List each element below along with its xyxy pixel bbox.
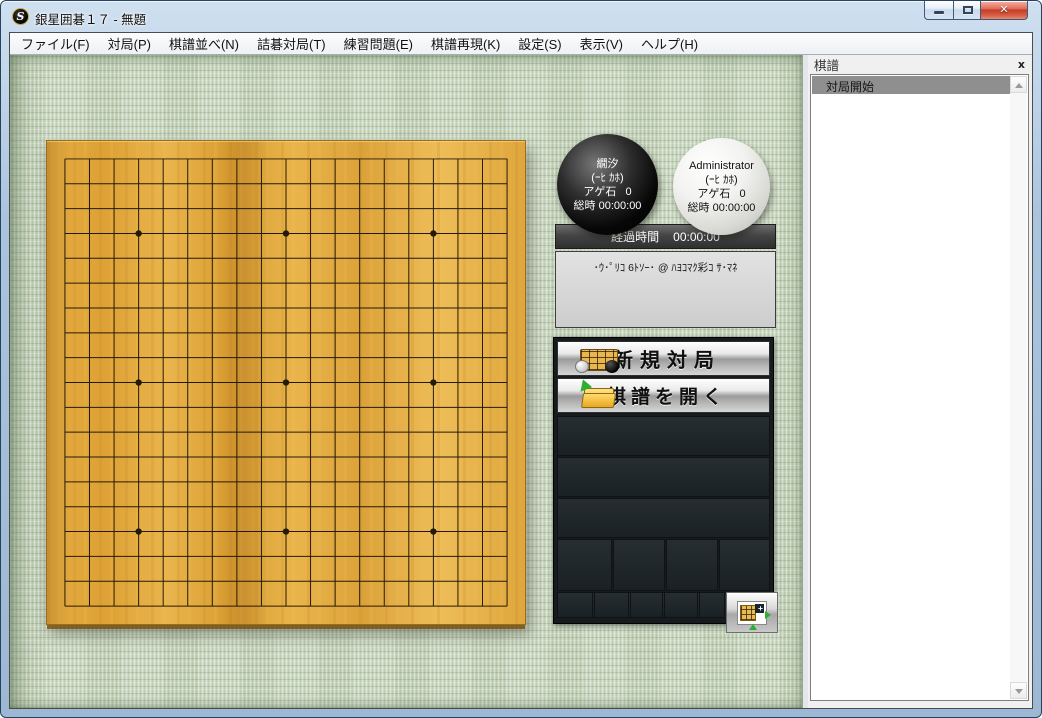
arrow-up-icon [1015, 83, 1023, 88]
kifu-panel-header: 棋譜 x [808, 55, 1032, 74]
open-kifu-button[interactable]: 棋譜を開く [557, 378, 770, 413]
menu-item-0[interactable]: ファイル(F) [12, 31, 99, 57]
client-area: ファイル(F)対局(P)棋譜並べ(N)詰碁対局(T)練習問題(E)棋譜再現(K)… [9, 32, 1033, 709]
app-icon: S [12, 8, 29, 25]
launcher-slot [557, 498, 770, 538]
hoshi-point [430, 230, 436, 236]
white-player-name: Administrator [689, 159, 754, 173]
kifu-list-item[interactable]: 対局開始 [812, 76, 1010, 94]
message-box: ･ｳ･ﾟﾘｺ 6ﾄｿｰ･ @ ﾊﾖｺﾏｸ彩ｺ ｻ･ﾏﾈ [555, 251, 776, 328]
kifu-close-icon[interactable]: x [1018, 59, 1025, 70]
maximize-button[interactable] [953, 1, 981, 20]
white-captures: アゲ石 0 [697, 187, 745, 201]
menu-item-4[interactable]: 練習問題(E) [335, 31, 422, 57]
black-total-time: 総時 00:00:00 [574, 199, 642, 213]
white-player-info: Administrator (ｰﾋ ｶﾎ) アゲ石 0 総時 00:00:00 [673, 138, 770, 235]
menu-item-8[interactable]: ヘルプ(H) [632, 31, 707, 57]
menu-bar: ファイル(F)対局(P)棋譜並べ(N)詰碁対局(T)練習問題(E)棋譜再現(K)… [10, 33, 1032, 55]
new-game-label: 新規対局 [606, 344, 721, 373]
close-icon: ✕ [981, 3, 1027, 17]
content-area: 繝汐 (ｰﾋ ｶﾎ) アゲ石 0 総時 00:00:00 Administrat… [10, 55, 1032, 708]
kifu-panel-title: 棋譜 [814, 55, 839, 74]
launcher-slot [557, 592, 593, 618]
launcher-slot [630, 592, 663, 618]
launcher-slot [594, 592, 629, 618]
kifu-panel: 棋譜 x 対局開始 [808, 55, 1032, 708]
black-captures: アゲ石 0 [583, 185, 631, 199]
hoshi-point [135, 379, 141, 385]
menu-item-3[interactable]: 詰碁対局(T) [248, 31, 335, 57]
title-bar[interactable]: S 銀星囲碁１７ - 無題 ✕ [1, 1, 1041, 32]
open-kifu-label: 棋譜を開く [600, 382, 727, 409]
menu-item-6[interactable]: 設定(S) [509, 31, 570, 57]
message-text: ･ｳ･ﾟﾘｺ 6ﾄｿｰ･ @ ﾊﾖｺﾏｸ彩ｺ ｻ･ﾏﾈ [594, 262, 738, 274]
arrow-down-icon [1015, 689, 1023, 694]
kifu-listbox: 対局開始 [810, 74, 1029, 701]
launcher-slot [666, 539, 718, 591]
hoshi-point [430, 528, 436, 534]
new-game-button[interactable]: 新規対局 [557, 341, 770, 376]
board-window-icon: + [737, 601, 767, 625]
launcher-slot [557, 457, 770, 497]
hoshi-point [135, 528, 141, 534]
launcher-slot [719, 539, 770, 591]
app-window: S 銀星囲碁１７ - 無題 ✕ ファイル(F)対局(P)棋譜並べ(N)詰碁対局(… [0, 0, 1042, 718]
hoshi-point [430, 379, 436, 385]
maximize-icon [963, 6, 973, 14]
launcher-slot [613, 539, 665, 591]
menu-item-5[interactable]: 棋譜再現(K) [422, 31, 509, 57]
go-board[interactable] [46, 140, 526, 625]
black-player-name: 繝汐 [597, 157, 619, 171]
black-player-info: 繝汐 (ｰﾋ ｶﾎ) アゲ石 0 総時 00:00:00 [557, 134, 658, 235]
launcher-panel: 新規対局 棋譜を開く [553, 337, 774, 624]
minimize-button[interactable] [924, 1, 953, 20]
window-title: 銀星囲碁１７ - 無題 [35, 9, 146, 28]
go-board-icon [580, 349, 618, 371]
white-total-time: 総時 00:00:00 [688, 201, 756, 215]
scroll-up-button[interactable] [1010, 76, 1027, 93]
launcher-slot [557, 539, 612, 591]
kifu-scrollbar[interactable] [1010, 76, 1027, 699]
tatami-background: 繝汐 (ｰﾋ ｶﾎ) アゲ石 0 総時 00:00:00 Administrat… [10, 55, 802, 708]
hoshi-point [283, 528, 289, 534]
menu-item-1[interactable]: 対局(P) [99, 31, 160, 57]
window-controls: ✕ [924, 1, 1028, 20]
hoshi-point [135, 230, 141, 236]
white-player-rank: (ｰﾋ ｶﾎ) [705, 173, 737, 187]
launcher-slot [699, 592, 725, 618]
panel-toggle-button[interactable]: + [726, 592, 778, 633]
close-button[interactable]: ✕ [981, 1, 1028, 20]
launcher-slot [664, 592, 698, 618]
black-player-rank: (ｰﾋ ｶﾎ) [591, 171, 623, 185]
hoshi-point [283, 230, 289, 236]
menu-item-2[interactable]: 棋譜並べ(N) [160, 31, 248, 57]
scroll-down-button[interactable] [1010, 682, 1027, 699]
kifu-move-list: 対局開始 [812, 76, 1010, 699]
open-folder-icon [582, 385, 616, 409]
hoshi-point [283, 379, 289, 385]
menu-item-7[interactable]: 表示(V) [571, 31, 632, 57]
minimize-icon [934, 11, 944, 14]
launcher-slot [557, 416, 770, 456]
